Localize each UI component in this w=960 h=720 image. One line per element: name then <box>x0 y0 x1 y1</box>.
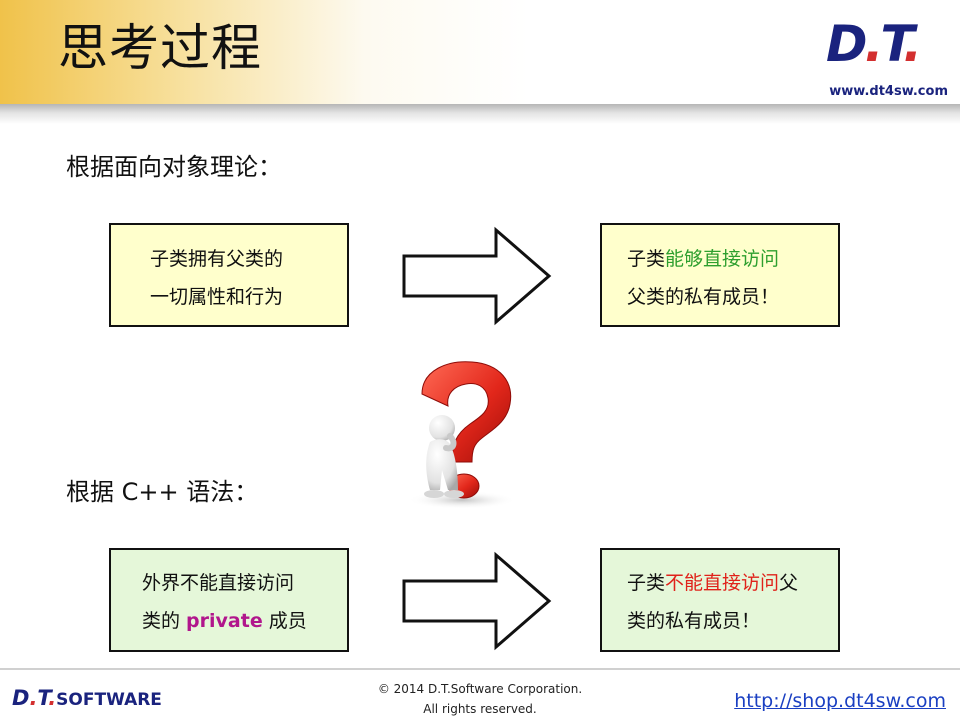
text-span: 子类 <box>627 248 666 270</box>
section-label-oop: 根据面向对象理论： <box>66 153 282 181</box>
oop-conclusion-box: 子类能够直接访问 父类的私有成员！ <box>600 223 840 327</box>
text-span: 类的 <box>142 610 187 632</box>
box-line: 子类拥有父类的 <box>150 248 284 270</box>
box-line: 类的 private 成员 <box>142 609 307 633</box>
thinking-person-question-mark-icon <box>408 361 516 509</box>
section-label-cpp: 根据 C++ 语法： <box>66 478 259 506</box>
slide-title: 思考过程 <box>58 19 262 77</box>
dt-logo-mark: D.T. <box>826 14 922 74</box>
cpp-access-box: 外界不能直接访问 类的 private 成员 <box>109 548 349 652</box>
shop-link[interactable]: http://shop.dt4sw.com <box>734 690 946 712</box>
box-line: 类的私有成员！ <box>627 610 761 632</box>
box-line: 外界不能直接访问 <box>142 572 295 594</box>
header-shadow <box>0 104 960 124</box>
dt-logo: D.T. <box>826 14 948 84</box>
right-arrow-icon <box>402 226 552 326</box>
highlight-red: 不能直接访问 <box>665 572 780 594</box>
logo-dot-2: . <box>903 15 922 73</box>
logo-letter-d: D <box>826 15 867 73</box>
text-span: 父 <box>779 572 799 594</box>
box-line: 子类不能直接访问父 <box>627 571 798 595</box>
box-line: 父类的私有成员！ <box>627 286 780 308</box>
text-span: 子类 <box>627 572 666 594</box>
keyword-private: private <box>186 610 263 632</box>
logo-url: www.dt4sw.com <box>829 84 948 99</box>
box-line: 一切属性和行为 <box>150 286 284 308</box>
text-span: 成员 <box>262 610 307 632</box>
logo-dot: . <box>864 15 884 73</box>
highlight-green: 能够直接访问 <box>665 248 780 270</box>
footer-divider <box>0 668 960 670</box>
box-line: 子类能够直接访问 <box>627 247 779 271</box>
right-arrow-icon <box>402 551 552 651</box>
logo-letter-t: T <box>880 15 907 73</box>
oop-inheritance-box: 子类拥有父类的 一切属性和行为 <box>109 223 349 327</box>
cpp-conclusion-box: 子类不能直接访问父 类的私有成员！ <box>600 548 840 652</box>
